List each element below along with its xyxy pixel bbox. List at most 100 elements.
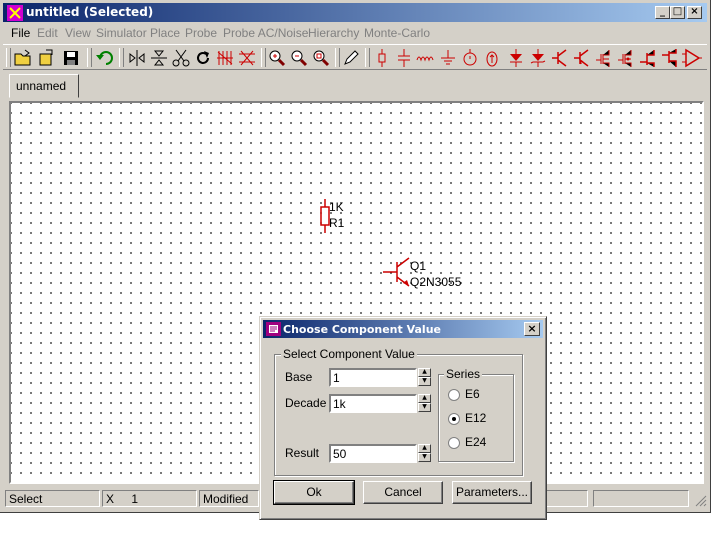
base-input[interactable]: 1 xyxy=(329,368,417,387)
base-spinner[interactable]: ▲ ▼ xyxy=(418,368,431,387)
menu-probe-ac-noise[interactable]: Probe AC/Noise xyxy=(223,26,308,40)
pjfet-icon[interactable] xyxy=(660,48,680,68)
window-title: untitled (Selected) xyxy=(26,5,154,19)
zoom-in-icon[interactable] xyxy=(267,48,287,68)
new-file-icon[interactable] xyxy=(37,48,57,68)
result-input[interactable]: 50 xyxy=(329,444,417,463)
spin-down-icon[interactable]: ▼ xyxy=(418,377,431,386)
dialog-title: Choose Component Value xyxy=(283,323,441,336)
transistor-ref-label: Q1 xyxy=(410,259,427,273)
transistor-q1-symbol[interactable] xyxy=(383,257,413,287)
nmos-icon[interactable] xyxy=(594,48,614,68)
menu-bar: File Edit View Simulator Place Probe Pro… xyxy=(3,24,707,42)
cancel-button[interactable]: Cancel xyxy=(363,481,443,504)
toolbar xyxy=(3,44,707,70)
close-button[interactable]: × xyxy=(687,6,702,19)
spin-up-icon[interactable]: ▲ xyxy=(418,444,431,453)
transistor-model-label: Q2N3055 xyxy=(410,275,462,289)
close-icon: × xyxy=(527,322,537,335)
decade-spinner[interactable]: ▲ ▼ xyxy=(418,394,431,413)
spin-down-icon[interactable]: ▼ xyxy=(418,453,431,462)
menu-monte-carlo[interactable]: Monte-Carlo xyxy=(364,26,430,40)
pencil-icon[interactable] xyxy=(341,48,361,68)
menu-hierarchy[interactable]: Hierarchy xyxy=(308,26,359,40)
status-x-value: 1 xyxy=(131,492,139,506)
menu-place[interactable]: Place xyxy=(150,26,180,40)
voltage-source-icon[interactable] xyxy=(460,48,480,68)
document-tabs: unnamed xyxy=(3,72,707,100)
minimize-button[interactable]: _ xyxy=(655,6,670,19)
select-value-group-label: Select Component Value xyxy=(281,347,417,361)
radio-e12[interactable] xyxy=(448,413,460,425)
toolbar-grip[interactable] xyxy=(6,48,11,67)
spin-up-icon[interactable]: ▲ xyxy=(418,368,431,377)
spin-up-icon[interactable]: ▲ xyxy=(418,394,431,403)
undo-icon[interactable] xyxy=(95,48,115,68)
toolbar-grip-2[interactable] xyxy=(87,48,92,67)
status-coordinates: X 1 xyxy=(102,490,197,507)
toolbar-grip-3[interactable] xyxy=(119,48,124,67)
save-icon[interactable] xyxy=(61,48,81,68)
choose-component-value-dialog: Choose Component Value × Select Componen… xyxy=(259,316,547,520)
resize-grip-icon[interactable] xyxy=(695,495,707,507)
delete-wire-icon[interactable] xyxy=(237,48,257,68)
pmos-icon[interactable] xyxy=(616,48,636,68)
diode-icon[interactable] xyxy=(506,48,526,68)
minimize-icon: _ xyxy=(660,6,665,17)
menu-file[interactable]: File xyxy=(11,26,30,40)
maximize-icon: □ xyxy=(672,6,683,17)
mirror-icon[interactable] xyxy=(215,48,235,68)
spin-down-icon[interactable]: ▼ xyxy=(418,403,431,412)
menu-probe[interactable]: Probe xyxy=(185,26,217,40)
dialog-title-bar[interactable]: Choose Component Value × xyxy=(263,320,543,338)
flip-horizontal-icon[interactable] xyxy=(127,48,147,68)
ground-icon[interactable] xyxy=(438,48,458,68)
capacitor-icon[interactable] xyxy=(394,48,414,68)
parameters-button[interactable]: Parameters... xyxy=(452,481,532,504)
result-spinner[interactable]: ▲ ▼ xyxy=(418,444,431,463)
toolbar-grip-5[interactable] xyxy=(335,48,340,67)
radio-e24[interactable] xyxy=(448,437,460,449)
decade-input[interactable]: 1k xyxy=(329,394,417,413)
series-group-label: Series xyxy=(444,367,483,381)
radio-e6-label[interactable]: E6 xyxy=(465,387,480,401)
toolbar-grip-4[interactable] xyxy=(261,48,266,67)
app-icon xyxy=(7,5,23,21)
ok-button[interactable]: Ok xyxy=(273,480,355,505)
resistor-value-label: 1K xyxy=(329,200,344,214)
toolbar-grip-6[interactable] xyxy=(365,48,370,67)
radio-e24-label[interactable]: E24 xyxy=(465,435,486,449)
open-folder-icon[interactable] xyxy=(13,48,33,68)
resistor-icon[interactable] xyxy=(372,48,392,68)
radio-e12-label[interactable]: E12 xyxy=(465,411,486,425)
cut-icon[interactable] xyxy=(171,48,191,68)
tab-unnamed[interactable]: unnamed xyxy=(9,74,79,98)
radio-e6[interactable] xyxy=(448,389,460,401)
dialog-close-button[interactable]: × xyxy=(524,322,540,336)
status-panel-5 xyxy=(593,490,689,507)
base-label: Base xyxy=(285,370,313,384)
zoom-fit-icon[interactable] xyxy=(311,48,331,68)
zoom-out-icon[interactable] xyxy=(289,48,309,68)
menu-view[interactable]: View xyxy=(65,26,91,40)
maximize-button[interactable]: □ xyxy=(670,6,685,19)
title-bar[interactable]: untitled (Selected) _ □ × xyxy=(3,3,707,22)
menu-edit[interactable]: Edit xyxy=(37,26,58,40)
current-source-icon[interactable] xyxy=(482,48,502,68)
status-x-label: X xyxy=(106,492,115,506)
pnp-icon[interactable] xyxy=(572,48,592,68)
inductor-icon[interactable] xyxy=(416,48,436,68)
close-icon: × xyxy=(690,6,699,17)
result-label: Result xyxy=(285,446,320,460)
opamp-icon[interactable] xyxy=(682,48,702,68)
status-state: Modified xyxy=(199,490,259,507)
decade-label: Decade xyxy=(285,396,327,410)
rotate-icon[interactable] xyxy=(193,48,213,68)
flip-vertical-icon[interactable] xyxy=(149,48,169,68)
zener-icon[interactable] xyxy=(528,48,548,68)
npn-icon[interactable] xyxy=(550,48,570,68)
menu-simulator[interactable]: Simulator xyxy=(96,26,147,40)
njfet-icon[interactable] xyxy=(638,48,658,68)
status-mode: Select xyxy=(5,490,100,507)
resistor-ref-label: R1 xyxy=(329,216,345,230)
